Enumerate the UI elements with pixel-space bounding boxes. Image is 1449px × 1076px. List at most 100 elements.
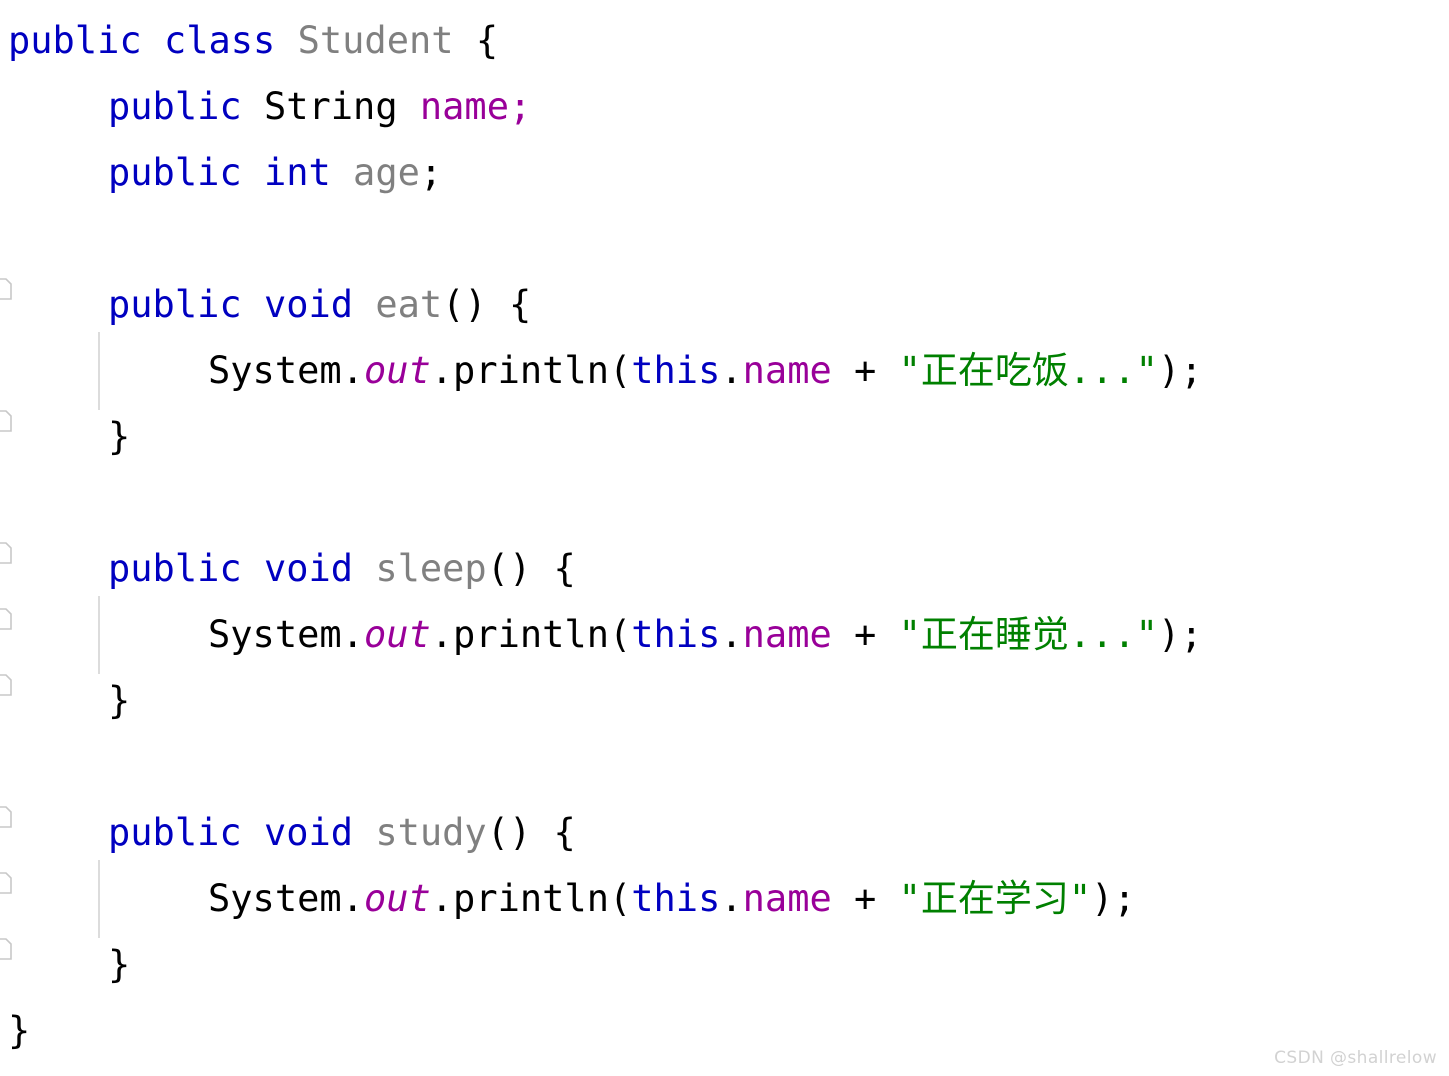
fold-marker-study-body[interactable] [0, 872, 12, 894]
code-token: out [363, 613, 431, 656]
code-token: ; [419, 151, 443, 194]
line-field-age[interactable]: public int age; [108, 140, 442, 206]
code-token: ..." [1068, 349, 1158, 392]
line-method-study-signature[interactable]: public void study() { [108, 800, 576, 866]
code-token: " [898, 613, 921, 656]
line-field-name[interactable]: public String name; [108, 74, 531, 140]
line-class-declaration[interactable]: public class Student { [8, 8, 498, 74]
code-token: } [108, 943, 131, 986]
code-token: this [631, 349, 721, 392]
code-token: () { [486, 547, 576, 590]
code-token: public [108, 85, 242, 128]
code-token: out [363, 877, 431, 920]
line-method-study-body[interactable]: System.out.println(this.name + "正在学习"); [208, 866, 1136, 932]
code-token: public [108, 283, 242, 326]
indent-guide-sleep [98, 596, 100, 674]
code-token: . [720, 877, 743, 920]
line-method-eat-body[interactable]: System.out.println(this.name + "正在吃饭..."… [208, 338, 1203, 404]
code-token: 正在学习 [920, 877, 1069, 920]
code-token: this [631, 877, 721, 920]
code-token: int [263, 151, 331, 194]
code-token: ); [1157, 349, 1203, 392]
code-token: System. [208, 877, 364, 920]
code-token: + [831, 349, 899, 392]
line-method-sleep-close[interactable]: } [108, 668, 130, 734]
code-token: } [108, 679, 131, 722]
line-class-close[interactable]: } [8, 998, 30, 1064]
line-method-study-close[interactable]: } [108, 932, 130, 998]
code-token: public [8, 19, 142, 62]
code-token: name; [419, 85, 532, 128]
code-token: public [108, 811, 242, 854]
editor-gutter [0, 0, 26, 1076]
fold-chevron-icon [0, 608, 12, 630]
code-token: } [8, 1009, 31, 1052]
code-token: String [263, 85, 398, 128]
code-token: { [475, 19, 499, 62]
fold-marker-sleep-open[interactable] [0, 542, 12, 564]
code-token: age [353, 151, 420, 194]
line-method-eat-signature[interactable]: public void eat() { [108, 272, 531, 338]
code-token: " [898, 349, 921, 392]
fold-chevron-icon [0, 410, 12, 432]
fold-marker-study-open[interactable] [0, 806, 12, 828]
fold-chevron-icon [0, 872, 12, 894]
code-token: Student [297, 19, 454, 62]
code-token: name [742, 877, 832, 920]
fold-marker-eat-close[interactable] [0, 410, 12, 432]
code-token: this [631, 613, 721, 656]
line-method-sleep-signature[interactable]: public void sleep() { [108, 536, 576, 602]
code-token: ..." [1068, 613, 1158, 656]
code-token: eat [375, 283, 443, 326]
fold-chevron-icon [0, 278, 12, 300]
code-token: } [108, 415, 131, 458]
code-token: + [831, 613, 899, 656]
code-token: " [898, 877, 921, 920]
indent-guide-eat [98, 332, 100, 410]
code-token: void [263, 547, 354, 590]
code-token: + [831, 877, 899, 920]
code-token: ); [1157, 613, 1203, 656]
code-token: 正在吃饭 [920, 349, 1069, 392]
code-token: . [720, 349, 743, 392]
watermark-label: CSDN @shallrelow [1274, 1048, 1437, 1068]
line-method-eat-close[interactable]: } [108, 404, 130, 470]
code-token: public [108, 151, 242, 194]
code-token: void [263, 283, 354, 326]
code-token: ); [1091, 877, 1136, 920]
code-token: study [375, 811, 487, 854]
fold-marker-eat-open[interactable] [0, 278, 12, 300]
code-token: .println( [430, 613, 632, 656]
line-method-sleep-body[interactable]: System.out.println(this.name + "正在睡觉..."… [208, 602, 1203, 668]
code-token: System. [208, 349, 364, 392]
fold-chevron-icon [0, 938, 12, 960]
fold-chevron-icon [0, 674, 12, 696]
fold-marker-sleep-body[interactable] [0, 608, 12, 630]
fold-marker-sleep-close[interactable] [0, 674, 12, 696]
code-token: () { [486, 811, 576, 854]
code-token: public [108, 547, 242, 590]
code-token: out [363, 349, 431, 392]
code-token: () { [442, 283, 532, 326]
code-token: name [742, 613, 832, 656]
code-token: " [1068, 877, 1092, 920]
code-screenshot: public class Student {public String name… [0, 0, 1449, 1076]
fold-chevron-icon [0, 806, 12, 828]
code-token: name [742, 349, 832, 392]
code-token: 正在睡觉 [920, 613, 1069, 656]
fold-chevron-icon [0, 542, 12, 564]
code-token: class [163, 19, 276, 62]
fold-marker-study-close[interactable] [0, 938, 12, 960]
